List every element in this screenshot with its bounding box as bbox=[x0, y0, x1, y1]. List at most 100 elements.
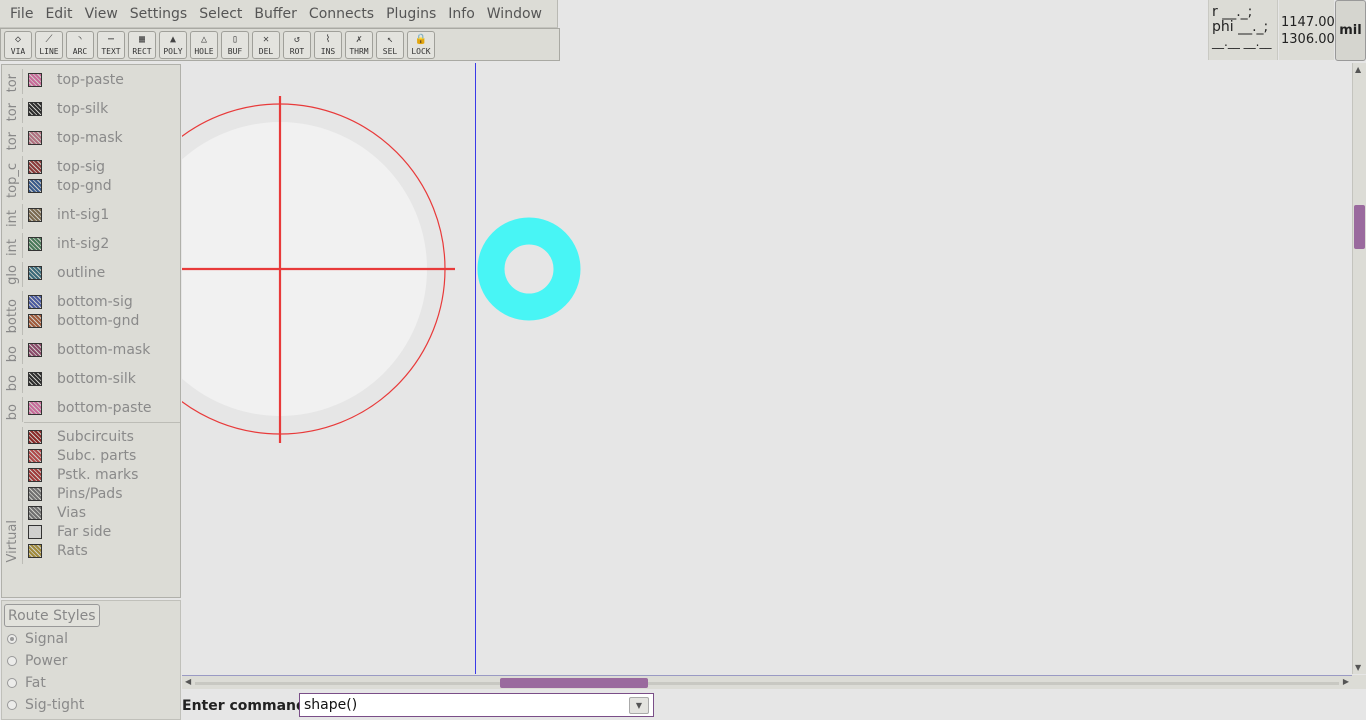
radio-icon[interactable] bbox=[7, 700, 17, 710]
unit-toggle-button[interactable]: mil bbox=[1335, 0, 1366, 61]
layer-row-top-mask[interactable]: top-mask bbox=[28, 128, 123, 147]
layer-group-tab[interactable]: int bbox=[3, 204, 23, 229]
layer-color-swatch[interactable] bbox=[28, 448, 42, 463]
layer-row-bottom-paste[interactable]: bottom-paste bbox=[28, 398, 152, 417]
layer-color-swatch[interactable] bbox=[28, 178, 42, 193]
layer-color-swatch[interactable] bbox=[28, 265, 42, 280]
menu-view[interactable]: View bbox=[79, 6, 124, 22]
layer-row-outline[interactable]: outline bbox=[28, 263, 105, 282]
tool-poly-button[interactable]: ▲ POLY bbox=[159, 30, 187, 59]
layer-row-bottom-sig[interactable]: bottom-sig bbox=[28, 292, 133, 311]
tool-lock-button[interactable]: 🔒 LOCK bbox=[407, 30, 435, 59]
via-pad[interactable] bbox=[477, 217, 581, 321]
layer-group-tab[interactable]: bo bbox=[3, 368, 23, 393]
layer-color-swatch[interactable] bbox=[28, 524, 42, 539]
layer-group-tab[interactable]: bo bbox=[3, 397, 23, 422]
route-styles-button[interactable]: Route Styles bbox=[4, 604, 100, 627]
menu-plugins[interactable]: Plugins bbox=[380, 6, 442, 22]
scroll-up-icon[interactable]: ▲ bbox=[1355, 65, 1361, 74]
tool-sel-button[interactable]: ↖ SEL bbox=[376, 30, 404, 59]
menu-file[interactable]: File bbox=[4, 6, 39, 22]
tool-hole-button[interactable]: △ HOLE bbox=[190, 30, 218, 59]
layer-color-swatch[interactable] bbox=[28, 486, 42, 501]
layer-group-tab[interactable]: bo bbox=[3, 339, 23, 364]
layer-group-tab[interactable]: glo bbox=[3, 262, 23, 287]
menu-connects[interactable]: Connects bbox=[303, 6, 380, 22]
menu-select[interactable]: Select bbox=[193, 6, 248, 22]
layer-row-top-silk[interactable]: top-silk bbox=[28, 99, 108, 118]
layer-group-tab[interactable]: int bbox=[3, 233, 23, 258]
layer-row-top-gnd[interactable]: top-gnd bbox=[28, 176, 112, 195]
scroll-right-icon[interactable]: ▶ bbox=[1343, 677, 1349, 686]
tool-thrm-button[interactable]: ✗ THRM bbox=[345, 30, 373, 59]
menu-edit[interactable]: Edit bbox=[39, 6, 78, 22]
scroll-down-icon[interactable]: ▼ bbox=[1355, 663, 1361, 672]
tool-buf-button[interactable]: ▯ BUF bbox=[221, 30, 249, 59]
layer-color-swatch[interactable] bbox=[28, 130, 42, 145]
layer-row-int-sig2[interactable]: int-sig2 bbox=[28, 234, 109, 253]
layer-group-tab-virtual[interactable]: Virtual bbox=[3, 427, 23, 564]
radio-icon[interactable] bbox=[7, 656, 17, 666]
route-style-signal[interactable]: Signal bbox=[7, 631, 68, 647]
scroll-left-icon[interactable]: ◀ bbox=[185, 677, 191, 686]
layer-color-swatch[interactable] bbox=[28, 400, 42, 415]
layer-color-swatch[interactable] bbox=[28, 543, 42, 558]
radio-icon[interactable] bbox=[7, 678, 17, 688]
virtual-layer-row[interactable]: Subc. parts bbox=[28, 446, 136, 465]
layer-row-bottom-silk[interactable]: bottom-silk bbox=[28, 369, 136, 388]
chevron-down-icon[interactable]: ▼ bbox=[636, 701, 642, 710]
layer-group-tab[interactable]: tor bbox=[3, 98, 23, 123]
vertical-scrollbar[interactable]: ▲ ▼ bbox=[1352, 63, 1366, 674]
tool-rect-button[interactable]: ▦ RECT bbox=[128, 30, 156, 59]
layer-group-tab[interactable]: tor bbox=[3, 69, 23, 94]
virtual-layer-row[interactable]: Subcircuits bbox=[28, 427, 134, 446]
tool-del-button[interactable]: ✕ DEL bbox=[252, 30, 280, 59]
layer-group-tab[interactable]: tor bbox=[3, 127, 23, 152]
menu-window[interactable]: Window bbox=[481, 6, 548, 22]
tool-via-button[interactable]: ◇ VIA bbox=[4, 30, 32, 59]
tool-ins-button[interactable]: ⌇ INS bbox=[314, 30, 342, 59]
layer-color-swatch[interactable] bbox=[28, 371, 42, 386]
virtual-layer-row[interactable]: Vias bbox=[28, 503, 86, 522]
route-style-fat[interactable]: Fat bbox=[7, 675, 46, 691]
virtual-layer-row[interactable]: Pins/Pads bbox=[28, 484, 122, 503]
drawing-canvas[interactable] bbox=[182, 63, 1352, 674]
route-style-sig-tight[interactable]: Sig-tight bbox=[7, 697, 84, 713]
menu-settings[interactable]: Settings bbox=[124, 6, 193, 22]
layer-color-swatch[interactable] bbox=[28, 467, 42, 482]
layer-row-bottom-gnd[interactable]: bottom-gnd bbox=[28, 311, 139, 330]
layer-row-int-sig1[interactable]: int-sig1 bbox=[28, 205, 109, 224]
vertical-scroll-thumb[interactable] bbox=[1354, 205, 1365, 249]
horizontal-scroll-trough[interactable] bbox=[195, 682, 1339, 685]
layer-color-swatch[interactable] bbox=[28, 101, 42, 116]
layer-group-tab[interactable]: top_c bbox=[3, 156, 23, 200]
layer-color-swatch[interactable] bbox=[28, 236, 42, 251]
layer-color-swatch[interactable] bbox=[28, 294, 42, 309]
route-style-power[interactable]: Power bbox=[7, 653, 67, 669]
command-history-dropdown[interactable]: ▼ bbox=[629, 697, 649, 714]
tool-arc-button[interactable]: ◝ ARC bbox=[66, 30, 94, 59]
tool-text-button[interactable]: ⋯ TEXT bbox=[97, 30, 125, 59]
menu-buffer[interactable]: Buffer bbox=[248, 6, 303, 22]
virtual-layer-row[interactable]: Pstk. marks bbox=[28, 465, 138, 484]
virtual-layer-row[interactable]: Far side bbox=[28, 522, 111, 541]
layer-color-swatch[interactable] bbox=[28, 429, 42, 444]
layer-row-top-sig[interactable]: top-sig bbox=[28, 157, 105, 176]
layer-row-bottom-mask[interactable]: bottom-mask bbox=[28, 340, 150, 359]
layer-color-swatch[interactable] bbox=[28, 342, 42, 357]
layer-color-swatch[interactable] bbox=[28, 72, 42, 87]
virtual-layer-row[interactable]: Rats bbox=[28, 541, 88, 560]
menu-info[interactable]: Info bbox=[442, 6, 481, 22]
layer-color-swatch[interactable] bbox=[28, 207, 42, 222]
horizontal-scrollbar[interactable]: ◀ ▶ bbox=[182, 675, 1352, 689]
tool-rot-button[interactable]: ↺ ROT bbox=[283, 30, 311, 59]
layer-color-swatch[interactable] bbox=[28, 313, 42, 328]
tool-line-button[interactable]: ⟋ LINE bbox=[35, 30, 63, 59]
layer-color-swatch[interactable] bbox=[28, 159, 42, 174]
horizontal-scroll-thumb[interactable] bbox=[500, 678, 648, 688]
radio-icon[interactable] bbox=[7, 634, 17, 644]
layer-color-swatch[interactable] bbox=[28, 505, 42, 520]
layer-group-tab[interactable]: botto bbox=[3, 291, 23, 335]
command-input[interactable] bbox=[299, 693, 654, 717]
layer-row-top-paste[interactable]: top-paste bbox=[28, 70, 124, 89]
